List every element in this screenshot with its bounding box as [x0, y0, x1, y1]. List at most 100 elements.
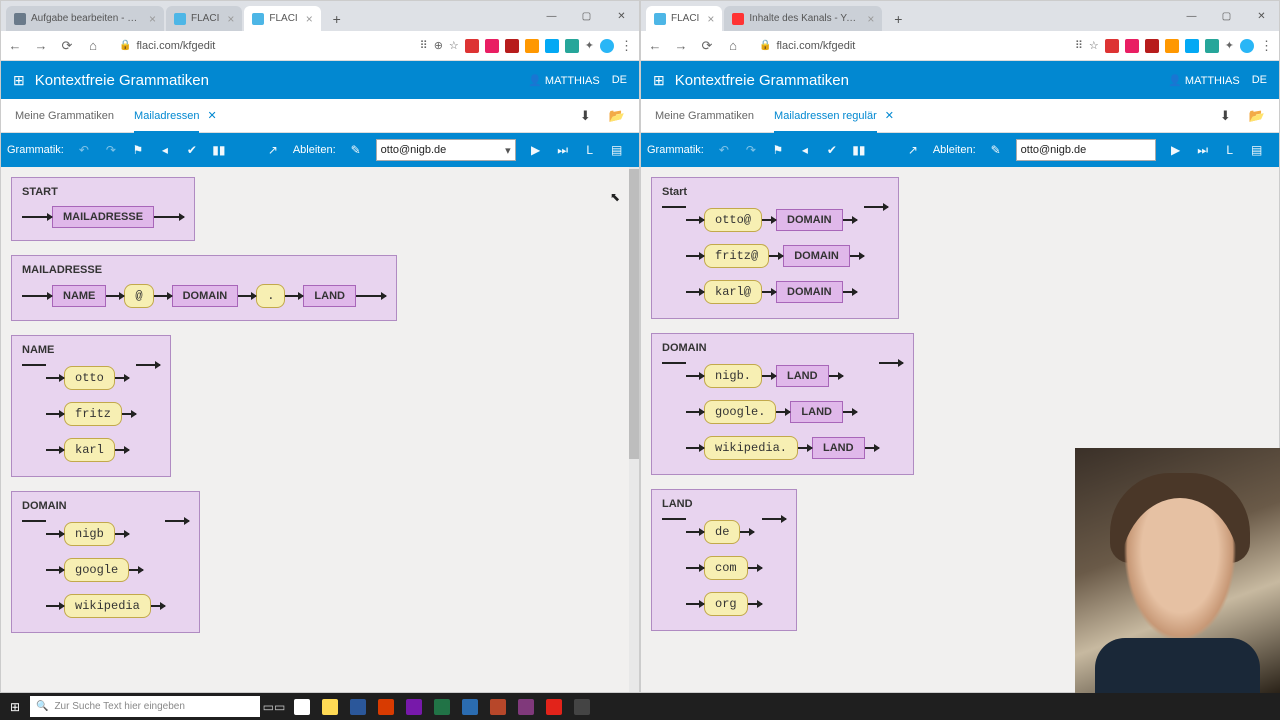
taskbar-app-icon[interactable]: [346, 695, 370, 719]
terminal-token[interactable]: google: [64, 558, 129, 582]
nonterminal-token[interactable]: LAND: [812, 437, 865, 459]
taskbar-app-icon[interactable]: [486, 695, 510, 719]
terminal-token[interactable]: karl@: [704, 280, 762, 304]
nonterminal-token[interactable]: MAILADRESSE: [52, 206, 154, 228]
grammar-canvas-left[interactable]: STARTMAILADRESSEMAILADRESSENAME@DOMAIN.L…: [1, 167, 639, 692]
folder-open-icon[interactable]: 📂: [609, 108, 625, 124]
window-close[interactable]: ✕: [1244, 1, 1279, 31]
new-tab-button[interactable]: +: [888, 9, 908, 29]
list-icon[interactable]: ▤: [610, 143, 624, 157]
taskbar-app-icon[interactable]: [430, 695, 454, 719]
scrollbar[interactable]: [629, 167, 639, 692]
flag-icon[interactable]: ⚑: [131, 143, 145, 157]
browser-tab[interactable]: FLACI×: [166, 6, 242, 31]
derive-select[interactable]: otto@nigb.de: [376, 139, 516, 161]
wand-icon[interactable]: ✎: [989, 143, 1003, 157]
external-link-icon[interactable]: ↗: [266, 143, 280, 157]
ext-icon[interactable]: [505, 39, 519, 53]
terminal-token[interactable]: otto@: [704, 208, 762, 232]
user-icon[interactable]: 👤 MATTHIAS: [528, 74, 600, 87]
window-max[interactable]: ▢: [1209, 1, 1244, 31]
step-back-icon[interactable]: ◂: [158, 143, 172, 157]
url-field[interactable]: 🔒flaci.com/kfgedit: [119, 40, 215, 52]
lang-switch[interactable]: DE: [1252, 74, 1267, 86]
url-field[interactable]: 🔒flaci.com/kfgedit: [759, 40, 855, 52]
tab-close-icon[interactable]: ×: [306, 12, 313, 26]
skip-icon[interactable]: ⏭: [1196, 143, 1210, 158]
ext-icon[interactable]: [485, 39, 499, 53]
terminal-token[interactable]: nigb.: [704, 364, 762, 388]
list-icon[interactable]: ▤: [1250, 143, 1264, 157]
ext-icon[interactable]: [525, 39, 539, 53]
terminal-token[interactable]: otto: [64, 366, 115, 390]
browser-tab[interactable]: FLACI×: [244, 6, 320, 31]
taskbar-app-icon[interactable]: [570, 695, 594, 719]
terminal-token[interactable]: .: [256, 284, 285, 308]
ext-icon[interactable]: [1205, 39, 1219, 53]
undo-icon[interactable]: ↶: [77, 143, 91, 157]
menu-icon[interactable]: ⋮: [1260, 38, 1273, 54]
download-icon[interactable]: ⬇: [580, 108, 591, 124]
window-min[interactable]: —: [534, 1, 569, 31]
L-button[interactable]: L: [583, 143, 597, 157]
nav-forward[interactable]: →: [673, 38, 689, 53]
folder-open-icon[interactable]: 📂: [1249, 108, 1265, 124]
flag-icon[interactable]: ⚑: [771, 143, 785, 157]
tab-close-icon[interactable]: ✕: [885, 109, 894, 122]
nav-reload[interactable]: ⟳: [699, 38, 715, 54]
window-min[interactable]: —: [1174, 1, 1209, 31]
tab-close-icon[interactable]: ✕: [207, 109, 216, 122]
menu-icon[interactable]: ⋮: [620, 38, 633, 54]
terminal-token[interactable]: wikipedia: [64, 594, 151, 618]
apps-grid-icon[interactable]: ⊞: [653, 72, 665, 89]
redo-icon[interactable]: ↷: [104, 143, 118, 157]
window-max[interactable]: ▢: [569, 1, 604, 31]
start-button[interactable]: ⊞: [0, 700, 30, 714]
terminal-token[interactable]: wikipedia.: [704, 436, 798, 460]
ext-icon[interactable]: [1105, 39, 1119, 53]
tab-mailadressen[interactable]: Mailadressen: [134, 110, 199, 133]
puzzle-icon[interactable]: ✦: [1225, 39, 1234, 52]
nav-home[interactable]: ⌂: [85, 38, 101, 53]
skip-icon[interactable]: ⏭: [556, 143, 570, 158]
new-tab-button[interactable]: +: [327, 9, 347, 29]
play-icon[interactable]: ▶: [1169, 143, 1183, 157]
translate-icon[interactable]: ⠿: [1075, 39, 1083, 52]
external-link-icon[interactable]: ↗: [906, 143, 920, 157]
taskbar-app-icon[interactable]: [318, 695, 342, 719]
taskbar-app-icon[interactable]: [374, 695, 398, 719]
puzzle-icon[interactable]: ✦: [585, 39, 594, 52]
chart-icon[interactable]: ▮▮: [852, 143, 866, 157]
tab-close-icon[interactable]: ×: [867, 12, 874, 26]
nonterminal-token[interactable]: DOMAIN: [776, 281, 843, 303]
browser-tab[interactable]: FLACI×: [646, 6, 722, 31]
step-back-icon[interactable]: ◂: [798, 143, 812, 157]
ext-icon[interactable]: [1125, 39, 1139, 53]
ext-icon[interactable]: [1145, 39, 1159, 53]
tab-my-grammars[interactable]: Meine Grammatiken: [655, 110, 754, 122]
tab-my-grammars[interactable]: Meine Grammatiken: [15, 110, 114, 122]
zoom-icon[interactable]: ⊕: [434, 39, 443, 52]
scroll-thumb[interactable]: [629, 169, 639, 459]
nonterminal-token[interactable]: LAND: [776, 365, 829, 387]
nonterminal-token[interactable]: DOMAIN: [783, 245, 850, 267]
terminal-token[interactable]: @: [124, 284, 153, 308]
tab-close-icon[interactable]: ×: [227, 12, 234, 26]
browser-tab[interactable]: Inhalte des Kanals - YouTube St×: [724, 6, 882, 31]
nav-home[interactable]: ⌂: [725, 38, 741, 53]
check-icon[interactable]: ✔: [185, 143, 199, 157]
taskbar-app-icon[interactable]: [542, 695, 566, 719]
terminal-token[interactable]: karl: [64, 438, 115, 462]
tab-mailadressen-regular[interactable]: Mailadressen regulär: [774, 110, 877, 133]
taskbar-app-icon[interactable]: [458, 695, 482, 719]
taskbar-app-icon[interactable]: [514, 695, 538, 719]
nonterminal-token[interactable]: DOMAIN: [172, 285, 239, 307]
browser-tab[interactable]: Aufgabe bearbeiten - Verwalte×: [6, 6, 164, 31]
profile-icon[interactable]: [600, 39, 614, 53]
lang-switch[interactable]: DE: [612, 74, 627, 86]
translate-icon[interactable]: ⠿: [420, 39, 428, 52]
taskbar-search[interactable]: 🔍 Zur Suche Text hier eingeben: [30, 696, 260, 717]
nav-back[interactable]: ←: [7, 38, 23, 53]
tab-close-icon[interactable]: ×: [707, 12, 714, 26]
terminal-token[interactable]: google.: [704, 400, 776, 424]
